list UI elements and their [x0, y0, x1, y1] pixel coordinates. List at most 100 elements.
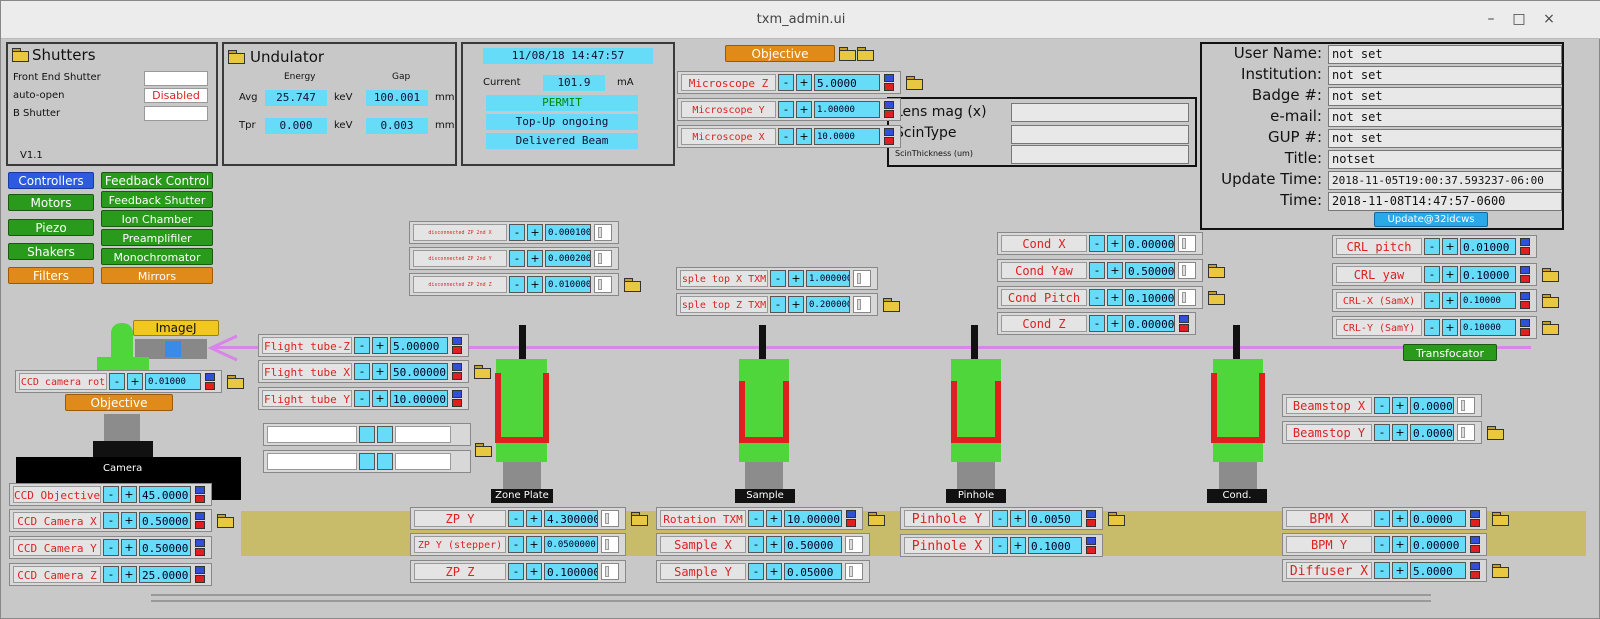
- objective-top-button[interactable]: Objective: [725, 45, 835, 62]
- decrement-button[interactable]: -: [1374, 424, 1390, 441]
- monochromator-button[interactable]: Monochromator: [101, 248, 213, 265]
- motor-value-input[interactable]: 4.300000: [544, 510, 598, 527]
- folder-icon[interactable]: [1487, 426, 1504, 440]
- decrement-button[interactable]: -: [1374, 510, 1390, 527]
- decrement-button[interactable]: -: [103, 566, 119, 583]
- increment-button[interactable]: +: [1392, 397, 1408, 414]
- motor-value-input[interactable]: 0.100000: [544, 563, 598, 580]
- motor-value-input[interactable]: 45.0000: [139, 486, 191, 503]
- decrement-button[interactable]: -: [109, 373, 125, 390]
- folder-icon[interactable]: [1542, 294, 1559, 308]
- increment-button[interactable]: +: [1010, 537, 1026, 554]
- motor-value-input[interactable]: 0.000200: [545, 250, 591, 267]
- increment-button[interactable]: +: [526, 510, 542, 527]
- motor-value-input[interactable]: 5.00000: [390, 337, 448, 354]
- increment-button[interactable]: +: [1107, 262, 1123, 279]
- motor-value-input[interactable]: 0.010000: [545, 276, 591, 293]
- folder-icon[interactable]: [12, 48, 29, 62]
- folder-icon[interactable]: [474, 365, 491, 379]
- decrement-button[interactable]: -: [103, 512, 119, 529]
- folder-icon[interactable]: [217, 514, 234, 528]
- decrement-button[interactable]: -: [1089, 289, 1105, 306]
- minimize-button[interactable]: –: [1481, 11, 1501, 27]
- folder-icon[interactable]: [228, 50, 245, 64]
- decrement-button[interactable]: -: [1089, 315, 1105, 332]
- increment-button[interactable]: +: [127, 373, 143, 390]
- motor-value-input[interactable]: 0.000100: [545, 224, 591, 241]
- filters-button[interactable]: Filters: [8, 267, 94, 284]
- folder-icon[interactable]: [631, 512, 648, 526]
- decrement-button[interactable]: -: [1424, 238, 1440, 255]
- decrement-button[interactable]: -: [778, 128, 794, 145]
- scroll-track[interactable]: [151, 594, 1431, 596]
- increment-button[interactable]: +: [527, 224, 543, 241]
- increment-button[interactable]: +: [1107, 289, 1123, 306]
- motor-value-input[interactable]: 0.50000: [139, 539, 191, 556]
- motor-value-input[interactable]: 1.000000: [806, 270, 850, 287]
- decrement-button[interactable]: -: [509, 224, 525, 241]
- decrement-button[interactable]: -: [508, 563, 524, 580]
- motor-value-input[interactable]: 0.01000: [145, 373, 201, 390]
- motor-value-input[interactable]: 50.00000: [390, 363, 448, 380]
- motor-value-input[interactable]: 0.10000: [1460, 292, 1516, 309]
- update-button[interactable]: Update@32idcws: [1374, 212, 1488, 227]
- decrement-button[interactable]: -: [778, 101, 794, 118]
- decrement-button[interactable]: -: [748, 563, 764, 580]
- aux-button[interactable]: [359, 426, 375, 443]
- motor-value-input[interactable]: 0.0000: [1410, 510, 1466, 527]
- folder-icon[interactable]: [839, 47, 856, 61]
- folder-icon[interactable]: [883, 298, 900, 312]
- decrement-button[interactable]: -: [748, 536, 764, 553]
- motor-value-input[interactable]: 10.00000: [784, 510, 842, 527]
- objective-button[interactable]: Objective: [65, 394, 173, 411]
- increment-button[interactable]: +: [121, 512, 137, 529]
- increment-button[interactable]: +: [1442, 266, 1458, 283]
- increment-button[interactable]: +: [121, 486, 137, 503]
- maximize-button[interactable]: □: [1509, 11, 1529, 27]
- feedback-shutter-button[interactable]: Feedback Shutter: [101, 191, 213, 208]
- motors-button[interactable]: Motors: [8, 194, 94, 211]
- decrement-button[interactable]: -: [1089, 235, 1105, 252]
- increment-button[interactable]: +: [766, 536, 782, 553]
- folder-icon[interactable]: [1492, 564, 1509, 578]
- increment-button[interactable]: +: [121, 539, 137, 556]
- decrement-button[interactable]: -: [354, 363, 370, 380]
- decrement-button[interactable]: -: [354, 390, 370, 407]
- decrement-button[interactable]: -: [992, 510, 1008, 527]
- mirrors-button[interactable]: Mirrors: [101, 267, 213, 284]
- motor-value-input[interactable]: 0.0500000: [544, 536, 598, 553]
- motor-value-input[interactable]: 0.0050: [1028, 510, 1082, 527]
- motor-value-input[interactable]: 0.10000: [1460, 266, 1516, 283]
- motor-value-input[interactable]: 0.01000: [1460, 238, 1516, 255]
- folder-icon[interactable]: [857, 47, 874, 61]
- decrement-button[interactable]: -: [1424, 292, 1440, 309]
- motor-value-input[interactable]: 0.10000: [1460, 319, 1516, 336]
- piezo-button[interactable]: Piezo: [8, 219, 94, 236]
- motor-value-input[interactable]: 0.000000: [1410, 424, 1454, 441]
- folder-icon[interactable]: [475, 443, 492, 457]
- pause-icon[interactable]: [165, 341, 181, 357]
- increment-button[interactable]: +: [788, 296, 804, 313]
- decrement-button[interactable]: -: [354, 337, 370, 354]
- increment-button[interactable]: +: [766, 510, 782, 527]
- folder-icon[interactable]: [227, 375, 244, 389]
- increment-button[interactable]: +: [1442, 319, 1458, 336]
- motor-value-input[interactable]: 0.00000: [1125, 315, 1175, 332]
- motor-value-input[interactable]: 0.00000: [1410, 536, 1466, 553]
- increment-button[interactable]: +: [1010, 510, 1026, 527]
- increment-button[interactable]: +: [1107, 315, 1123, 332]
- increment-button[interactable]: +: [796, 74, 812, 91]
- decrement-button[interactable]: -: [508, 536, 524, 553]
- increment-button[interactable]: +: [526, 563, 542, 580]
- motor-value-input[interactable]: 0.50000: [784, 536, 842, 553]
- motor-value-input[interactable]: 0.000000: [1410, 397, 1454, 414]
- increment-button[interactable]: +: [372, 363, 388, 380]
- decrement-button[interactable]: -: [103, 486, 119, 503]
- folder-icon[interactable]: [1108, 512, 1125, 526]
- increment-button[interactable]: +: [1442, 238, 1458, 255]
- decrement-button[interactable]: -: [1374, 562, 1390, 579]
- decrement-button[interactable]: -: [770, 296, 786, 313]
- increment-button[interactable]: +: [372, 390, 388, 407]
- decrement-button[interactable]: -: [1089, 262, 1105, 279]
- folder-icon[interactable]: [1492, 512, 1509, 526]
